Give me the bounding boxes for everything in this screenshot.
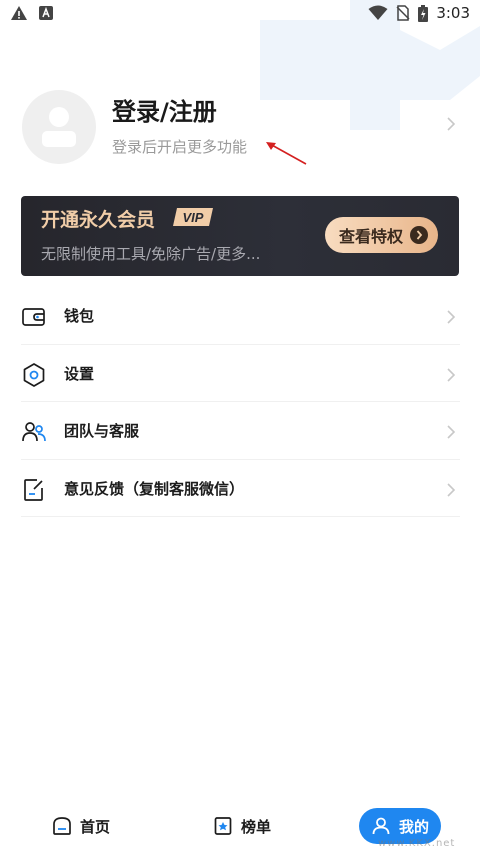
no-sim-icon xyxy=(396,5,410,21)
profile-subtitle: 登录后开启更多功能 xyxy=(112,138,248,156)
team-icon xyxy=(22,422,46,442)
view-privileges-button[interactable]: 查看特权 xyxy=(325,217,438,253)
menu-label-wallet: 钱包 xyxy=(64,307,95,325)
user-avatar-icon xyxy=(42,107,76,147)
menu-item-feedback[interactable]: 意见反馈（复制客服微信） xyxy=(21,460,460,517)
settings-icon xyxy=(23,362,45,387)
profile-icon xyxy=(372,817,390,835)
wallet-icon xyxy=(22,308,45,326)
menu-label-feedback: 意见反馈（复制客服微信） xyxy=(64,479,245,498)
menu-item-settings[interactable]: 设置 xyxy=(21,345,460,402)
nav-ranking[interactable]: 榜单 xyxy=(213,810,271,842)
nav-label-profile: 我的 xyxy=(398,817,429,836)
nav-label-ranking: 榜单 xyxy=(241,817,272,836)
menu-item-team-support[interactable]: 团队与客服 xyxy=(21,402,460,460)
settings-menu: 钱包 设置 团队与客服 意见反馈（复制客服微信） xyxy=(21,287,460,517)
wifi-icon xyxy=(368,5,388,20)
annotation-arrow-icon xyxy=(266,142,307,165)
chevron-right-icon[interactable] xyxy=(446,116,456,132)
status-bar: 3:03 xyxy=(0,0,480,28)
battery-icon xyxy=(418,4,429,22)
chevron-right-icon xyxy=(447,367,456,382)
text-icon xyxy=(39,6,53,20)
avatar[interactable] xyxy=(22,90,96,164)
vip-description: 无限制使用工具/免除广告/更多... xyxy=(41,245,261,263)
watermark-text: www.KKX.net xyxy=(378,838,456,849)
vip-badge: VIP xyxy=(173,208,213,226)
menu-item-wallet[interactable]: 钱包 xyxy=(21,287,460,345)
menu-label-settings: 设置 xyxy=(64,364,95,383)
feedback-icon xyxy=(24,478,43,501)
chevron-right-icon xyxy=(447,482,456,497)
vip-banner[interactable]: 开通永久会员 VIP 无限制使用工具/免除广告/更多... 查看特权 xyxy=(21,196,459,276)
menu-label-team-support: 团队与客服 xyxy=(64,422,140,440)
profile-login-row[interactable]: 登录/注册 登录后开启更多功能 xyxy=(20,88,460,168)
chevron-right-icon xyxy=(447,310,456,324)
profile-title[interactable]: 登录/注册 xyxy=(112,92,217,127)
vip-title: 开通永久会员 xyxy=(41,209,156,231)
status-time: 3:03 xyxy=(436,4,470,22)
warning-icon xyxy=(11,6,27,20)
home-icon xyxy=(53,817,71,835)
ranking-icon xyxy=(214,817,232,835)
nav-label-home: 首页 xyxy=(80,817,111,836)
arrow-right-circle-icon xyxy=(410,226,428,244)
nav-home[interactable]: 首页 xyxy=(52,810,110,842)
svg-text:VIP: VIP xyxy=(183,210,204,225)
view-privileges-label: 查看特权 xyxy=(339,227,404,246)
chevron-right-icon xyxy=(447,425,456,439)
